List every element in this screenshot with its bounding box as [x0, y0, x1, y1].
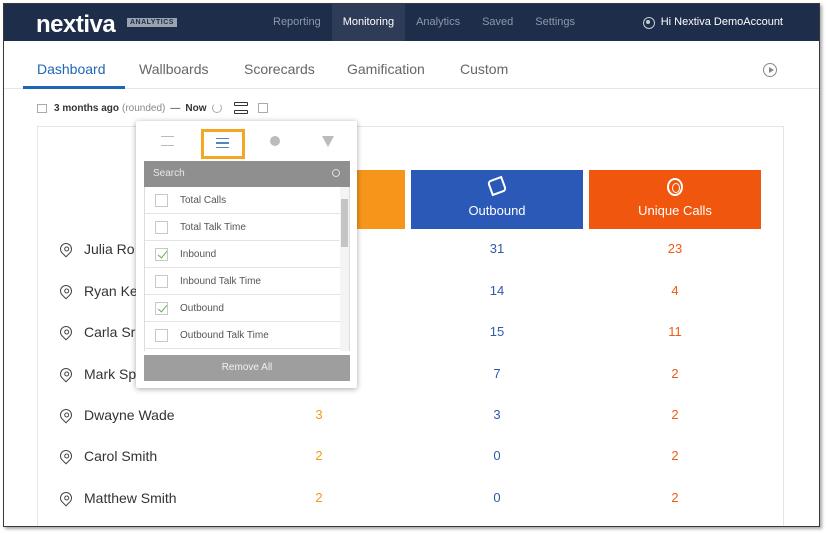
location-pin-icon: [57, 282, 75, 300]
popup-tab-columns[interactable]: [201, 129, 245, 159]
app-window: nextiva ANALYTICS Reporting Monitoring A…: [3, 3, 820, 527]
unique-calls-value: 11: [668, 324, 682, 339]
outbound-value: 31: [489, 241, 505, 256]
tab-dashboard[interactable]: Dashboard: [37, 61, 106, 77]
export-icon[interactable]: [258, 103, 269, 113]
checkbox-checked[interactable]: [155, 301, 168, 315]
unique-calls-value: 4: [671, 283, 679, 298]
inbound-value: 2: [315, 448, 323, 463]
outbound-column-label: Outbound: [468, 203, 526, 218]
checkbox-checked[interactable]: [155, 247, 168, 261]
outbound-value: 14: [489, 283, 505, 298]
tab-custom[interactable]: Custom: [460, 61, 508, 77]
analytics-badge: ANALYTICS: [127, 18, 177, 27]
tab-scorecards[interactable]: Scorecards: [244, 61, 315, 77]
nav-settings[interactable]: Settings: [524, 4, 586, 41]
popup-scrollbar[interactable]: [340, 187, 349, 351]
agent-row-name: Ryan Ke: [57, 282, 138, 300]
agent-row-name: Julia Ro: [57, 240, 135, 258]
column-option-inbound[interactable]: Inbound: [145, 241, 341, 268]
column-search-input[interactable]: Search: [144, 161, 350, 187]
column-option-list: Total Calls Total Talk Time Inbound Inbo…: [144, 187, 350, 351]
list-icon: [161, 136, 174, 146]
checkbox[interactable]: [155, 274, 168, 288]
column-option-outbound-talk-time[interactable]: Outbound Talk Time: [145, 322, 341, 349]
nav-reporting[interactable]: Reporting: [262, 4, 332, 41]
calendar-icon[interactable]: [37, 103, 47, 113]
unique-calls-column-header[interactable]: Unique Calls: [589, 170, 761, 229]
nextiva-logo[interactable]: nextiva: [36, 11, 116, 39]
popup-tab-filter[interactable]: [307, 129, 351, 159]
time-range-separator: —: [170, 102, 181, 114]
agent-row-name: Carol Smith: [57, 447, 157, 465]
checkbox[interactable]: [155, 328, 168, 342]
location-pin-icon: [57, 489, 75, 507]
column-option-total-talk-time[interactable]: Total Talk Time: [145, 214, 341, 241]
checkbox[interactable]: [155, 193, 168, 207]
time-range-value[interactable]: 3 months ago: [54, 103, 119, 114]
play-icon[interactable]: [763, 63, 777, 77]
column-option-outbound[interactable]: Outbound: [145, 295, 341, 322]
agent-row-name: Carla Sr: [57, 323, 135, 341]
agent-row-name: Matthew Smith: [57, 489, 177, 507]
unique-calls-value: 2: [671, 448, 679, 463]
agent-row-name: Mark Sp: [57, 365, 136, 383]
popup-tab-agents[interactable]: [254, 129, 298, 159]
filter-icon: [322, 136, 334, 147]
outbound-value: 0: [493, 448, 501, 463]
active-tab-indicator: [23, 86, 125, 89]
phone-outgoing-icon: [486, 175, 508, 197]
location-pin-icon: [57, 447, 75, 465]
sliders-icon: [216, 138, 229, 148]
time-range-qualifier: (rounded): [122, 102, 166, 114]
account-menu[interactable]: Hi Nextiva DemoAccount: [642, 4, 783, 41]
dashboard-tabs: Dashboard Wallboards Scorecards Gamifica…: [4, 41, 819, 89]
outbound-column-header[interactable]: Outbound: [411, 170, 583, 229]
unique-calls-value: 2: [671, 366, 679, 381]
inbound-value: 3: [315, 407, 323, 422]
outbound-value: 7: [493, 366, 501, 381]
inbound-value: 2: [315, 490, 323, 505]
fingerprint-icon: [667, 178, 683, 196]
nav-saved[interactable]: Saved: [471, 4, 524, 41]
column-option-total-calls[interactable]: Total Calls: [145, 187, 341, 214]
time-range-end: Now: [185, 102, 207, 114]
outbound-value: 3: [493, 407, 501, 422]
location-pin-icon: [57, 365, 75, 383]
search-placeholder: Search: [153, 168, 185, 179]
popup-tab-list[interactable]: [148, 129, 192, 159]
checkbox[interactable]: [155, 220, 168, 234]
gear-icon: [642, 16, 655, 29]
tab-wallboards[interactable]: Wallboards: [139, 61, 209, 77]
account-label: Hi Nextiva DemoAccount: [660, 16, 783, 28]
location-pin-icon: [57, 240, 75, 258]
unique-calls-value: 23: [667, 241, 683, 256]
unique-calls-value: 2: [671, 490, 679, 505]
location-pin-icon: [57, 323, 75, 341]
refresh-icon[interactable]: [212, 103, 223, 113]
top-navbar: nextiva ANALYTICS Reporting Monitoring A…: [4, 4, 819, 41]
tab-gamification[interactable]: Gamification: [347, 61, 425, 77]
popup-tab-bar: [136, 129, 357, 159]
people-icon: [270, 136, 280, 146]
scrollbar-thumb[interactable]: [341, 199, 348, 247]
search-icon: [332, 169, 340, 177]
main-nav: Reporting Monitoring Analytics Saved Set…: [262, 4, 586, 41]
nav-analytics[interactable]: Analytics: [405, 4, 471, 41]
nav-monitoring[interactable]: Monitoring: [331, 4, 406, 41]
location-pin-icon: [57, 406, 75, 424]
column-chooser-popup: Search Total Calls Total Talk Time Inbou…: [136, 121, 357, 388]
unique-calls-value: 2: [671, 407, 679, 422]
time-range-bar: 3 months ago (rounded) — Now: [37, 100, 269, 116]
outbound-value: 15: [489, 324, 505, 339]
outbound-value: 0: [493, 490, 501, 505]
remove-all-button[interactable]: Remove All: [144, 355, 350, 381]
column-option-inbound-talk-time[interactable]: Inbound Talk Time: [145, 268, 341, 295]
unique-calls-column-label: Unique Calls: [638, 203, 712, 218]
agent-row-name: Dwayne Wade: [57, 406, 175, 424]
columns-settings-icon[interactable]: [234, 102, 249, 114]
